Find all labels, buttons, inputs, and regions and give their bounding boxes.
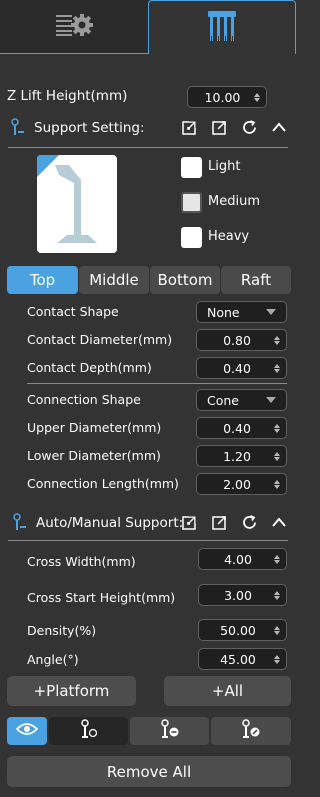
connection-shape-value: Cone — [207, 392, 239, 408]
checkbox-medium[interactable] — [181, 192, 202, 213]
import-icon[interactable] — [181, 513, 199, 531]
cross-start-height-value: 3.00 — [224, 587, 252, 603]
divider — [27, 383, 287, 384]
chevron-down-icon — [266, 309, 276, 315]
cross-width-value: 4.00 — [224, 551, 252, 567]
support-setting-icon — [10, 118, 26, 136]
collapse-chevron-up-icon[interactable] — [270, 513, 288, 531]
edit-support-tool-button[interactable] — [211, 717, 291, 745]
tab-print-settings[interactable] — [0, 0, 148, 54]
contact-depth-value: 0.40 — [223, 360, 251, 376]
add-platform-button[interactable]: +Platform — [7, 676, 136, 706]
remove-support-tool-button[interactable] — [130, 717, 209, 745]
spin-arrows-icon[interactable] — [271, 654, 283, 664]
spin-arrows-icon[interactable] — [271, 363, 283, 373]
support-remove-icon — [160, 719, 180, 743]
angle-label: Angle(°) — [27, 652, 79, 667]
auto-manual-support-icon — [12, 513, 28, 531]
eye-icon — [15, 722, 39, 740]
connection-length-label: Connection Length(mm) — [27, 476, 179, 491]
angle-spinbox[interactable]: 45.00 — [198, 648, 287, 670]
contact-diameter-spinbox[interactable]: 0.80 — [196, 329, 287, 351]
visibility-toggle-button[interactable] — [7, 717, 47, 745]
checkbox-light-label: Light — [208, 159, 241, 174]
spin-arrows-icon[interactable] — [271, 625, 283, 635]
connection-length-spinbox[interactable]: 2.00 — [196, 473, 287, 495]
density-spinbox[interactable]: 50.00 — [198, 619, 287, 641]
support-structure-icon — [204, 8, 240, 48]
add-support-tool-button[interactable] — [49, 717, 128, 745]
lower-diameter-value: 1.20 — [223, 448, 251, 464]
contact-shape-value: None — [207, 304, 240, 320]
tab-bottom[interactable]: Bottom — [150, 266, 220, 294]
checkbox-heavy-label: Heavy — [208, 229, 250, 244]
cross-width-spinbox[interactable]: 4.00 — [198, 548, 287, 570]
add-all-button[interactable]: +All — [164, 676, 291, 706]
print-settings-icon — [54, 12, 94, 42]
contact-depth-label: Contact Depth(mm) — [27, 360, 152, 375]
support-add-icon — [80, 719, 98, 743]
cross-width-label: Cross Width(mm) — [27, 554, 136, 569]
refresh-icon[interactable] — [240, 118, 258, 136]
checkbox-heavy[interactable] — [181, 227, 202, 248]
spin-arrows-icon[interactable] — [271, 451, 283, 461]
support-setting-title: Support Setting: — [34, 120, 145, 136]
remove-all-button[interactable]: Remove All — [7, 756, 291, 787]
tab-raft[interactable]: Raft — [221, 266, 291, 294]
spin-arrows-icon[interactable] — [271, 479, 283, 489]
checkbox-medium-label: Medium — [208, 194, 260, 209]
spin-arrows-icon[interactable] — [251, 92, 263, 102]
upper-diameter-label: Upper Diameter(mm) — [27, 420, 162, 435]
connection-shape-label: Connection Shape — [27, 392, 141, 407]
tab-middle[interactable]: Middle — [79, 266, 149, 294]
checkbox-light[interactable] — [181, 157, 202, 178]
z-lift-spinbox[interactable]: 10.00 — [187, 86, 267, 108]
tab-support[interactable] — [148, 0, 296, 54]
import-icon[interactable] — [181, 118, 199, 136]
auto-manual-support-title: Auto/Manual Support: — [36, 515, 184, 531]
divider — [8, 540, 288, 541]
chevron-down-icon — [266, 397, 276, 403]
contact-shape-select[interactable]: None — [196, 301, 287, 323]
density-label: Density(%) — [27, 623, 97, 638]
contact-shape-label: Contact Shape — [27, 304, 119, 319]
upper-diameter-value: 0.40 — [223, 420, 251, 436]
z-lift-value: 10.00 — [204, 89, 241, 105]
support-preview-image — [37, 155, 117, 253]
spin-arrows-icon[interactable] — [271, 554, 283, 564]
spin-arrows-icon[interactable] — [271, 335, 283, 345]
connection-shape-select[interactable]: Cone — [196, 389, 287, 411]
refresh-icon[interactable] — [240, 513, 258, 531]
spin-arrows-icon[interactable] — [271, 423, 283, 433]
lower-diameter-spinbox[interactable]: 1.20 — [196, 445, 287, 467]
contact-depth-spinbox[interactable]: 0.40 — [196, 357, 287, 379]
divider — [8, 147, 288, 148]
export-icon[interactable] — [211, 118, 229, 136]
angle-value: 45.00 — [220, 651, 256, 667]
z-lift-label: Z Lift Height(mm) — [7, 88, 128, 104]
lower-diameter-label: Lower Diameter(mm) — [27, 448, 161, 463]
contact-diameter-value: 0.80 — [223, 332, 251, 348]
upper-diameter-spinbox[interactable]: 0.40 — [196, 417, 287, 439]
density-value: 50.00 — [220, 622, 256, 638]
collapse-chevron-up-icon[interactable] — [270, 118, 288, 136]
cross-start-height-spinbox[interactable]: 3.00 — [198, 584, 287, 606]
contact-diameter-label: Contact Diameter(mm) — [27, 332, 173, 347]
spin-arrows-icon[interactable] — [271, 590, 283, 600]
cross-start-height-label: Cross Start Height(mm) — [27, 590, 176, 605]
support-edit-icon — [241, 719, 261, 743]
export-icon[interactable] — [211, 513, 229, 531]
tab-top[interactable]: Top — [7, 266, 78, 294]
connection-length-value: 2.00 — [223, 476, 251, 492]
